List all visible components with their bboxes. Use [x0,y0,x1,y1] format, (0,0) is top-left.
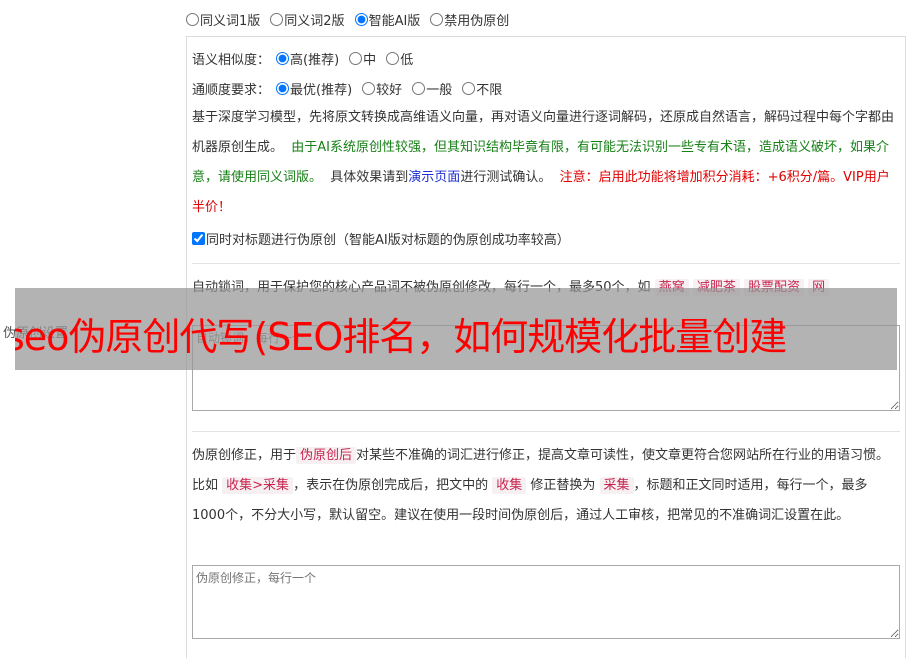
example-tag: 采集 [599,477,634,494]
fix-words-section: 伪原创修正，用于 伪原创后 对某些不准确的词汇进行修正，提高文章可读性，使文章更符合… [192,441,898,531]
fluency-option-good[interactable]: 较好 [362,79,402,98]
version-option-label: 同义词2版 [284,13,345,29]
similarity-option-label: 高(推荐) [290,52,340,68]
similarity-radio-low[interactable] [386,51,400,65]
fluency-option-label: 较好 [376,82,403,98]
similarity-radio-high[interactable] [276,51,290,65]
title-checkbox-row: 同时对标题进行伪原创（智能AI版对标题的伪原创成功率较高） [192,223,898,253]
section-divider [192,263,900,264]
example-tag: 收集>采集 [222,477,294,494]
fluency-option-label: 不限 [476,82,503,98]
fluency-option-any[interactable]: 不限 [462,79,502,98]
fluency-option-label: 一般 [426,82,453,98]
fix-words-text: ，表示在伪原创完成后，把文中的 [293,478,489,493]
version-radio-synonym1[interactable] [186,12,199,26]
ai-description: 基于深度学习模型，先将原文转换成高维语义向量，再对语义向量进行逐词解码，还原成自… [192,103,898,223]
fix-words-text: 修正替换为 [530,478,596,493]
version-option-ai[interactable]: 智能AI版 [354,10,421,29]
demo-page-link[interactable]: 演示页面 [408,170,460,185]
version-radio-ai[interactable] [354,12,368,26]
version-option-disable[interactable]: 禁用伪原创 [430,10,509,29]
overlay-title: seo伪原创代写(SEO排名，如何规模化批量创建 [15,315,787,359]
ai-settings-section: 语义相似度： 高(推荐) 中 低 通顺度要求： 最优(推荐) 较好 一般 不限 … [192,43,898,253]
version-option-label: 同义词1版 [200,13,261,29]
example-tag: 伪原创后 [296,447,357,464]
ai-description-text: 进行测试确认。 [460,170,552,185]
similarity-option-low[interactable]: 低 [386,49,413,68]
fluency-radio-good[interactable] [362,81,376,95]
version-option-label: 智能AI版 [368,13,421,29]
fluency-option-normal[interactable]: 一般 [412,79,452,98]
similarity-option-medium[interactable]: 中 [349,49,376,68]
section-divider [192,431,900,432]
fluency-option-best[interactable]: 最优(推荐) [276,79,352,98]
similarity-radio-medium[interactable] [349,51,363,65]
version-option-synonym2[interactable]: 同义词2版 [270,10,345,29]
fix-words-textarea[interactable] [192,565,900,639]
version-option-label: 禁用伪原创 [444,13,510,29]
ai-description-text: 具体效果请到 [330,170,409,185]
fluency-radio-any[interactable] [462,81,476,95]
fluency-option-label: 最优(推荐) [290,82,353,98]
similarity-row: 语义相似度： 高(推荐) 中 低 [192,43,898,73]
version-radio-group: 同义词1版 同义词2版 智能AI版 禁用伪原创 [186,10,519,29]
fix-words-description: 伪原创修正，用于 伪原创后 对某些不准确的词汇进行修正，提高文章可读性，使文章更符合… [192,441,898,531]
version-radio-disable[interactable] [430,12,444,26]
fluency-radio-normal[interactable] [412,81,426,95]
version-radio-synonym2[interactable] [270,12,284,26]
title-overlay-banner: seo伪原创代写(SEO排名，如何规模化批量创建 [15,288,897,370]
fluency-radio-best[interactable] [276,81,290,95]
title-pseudo-original-option[interactable]: 同时对标题进行伪原创（智能AI版对标题的伪原创成功率较高） [192,229,570,248]
similarity-label: 语义相似度： [192,52,271,68]
fix-words-text: 伪原创修正，用于 [192,448,297,463]
version-option-synonym1[interactable]: 同义词1版 [186,10,260,29]
title-pseudo-original-checkbox[interactable] [192,231,205,245]
title-checkbox-label: 同时对标题进行伪原创（智能AI版对标题的伪原创成功率较高） [206,232,570,248]
fluency-row: 通顺度要求： 最优(推荐) 较好 一般 不限 [192,73,898,103]
similarity-option-label: 低 [400,52,414,68]
similarity-option-high[interactable]: 高(推荐) [276,49,339,68]
fluency-label: 通顺度要求： [192,82,271,98]
example-tag: 收集 [492,477,527,494]
similarity-option-label: 中 [363,52,377,68]
